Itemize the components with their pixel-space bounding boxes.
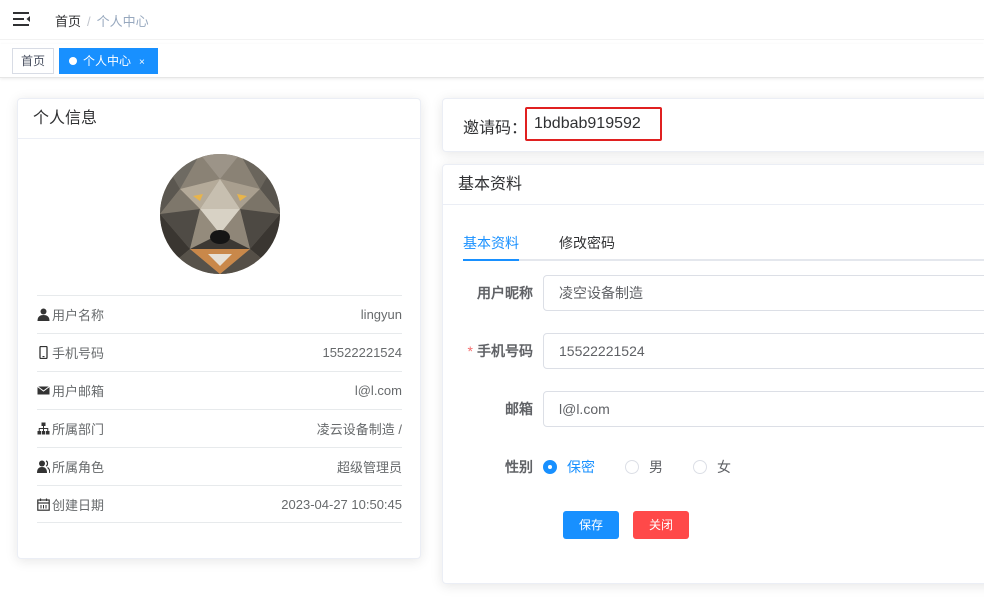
gender-label: 性别	[505, 459, 533, 475]
info-label: 所属角色	[52, 460, 105, 475]
info-value: 2023-04-27 10:50:45	[281, 496, 402, 512]
invite-label: 邀请码：	[463, 120, 528, 137]
email-label: 邮箱	[505, 401, 533, 417]
gender-radio-female[interactable]: 女	[693, 457, 731, 477]
form-row-phone: * 手机号码	[463, 333, 984, 369]
form-row-actions: 保存 关闭	[463, 511, 984, 547]
save-button[interactable]: 保存	[563, 511, 619, 539]
breadcrumb-home[interactable]: 首页	[55, 14, 81, 29]
phone-input[interactable]	[543, 333, 984, 369]
info-value: 超级管理员	[336, 460, 402, 475]
info-label: 用户邮箱	[52, 384, 105, 399]
tree-icon	[37, 422, 50, 435]
hamburger-icon[interactable]	[12, 10, 32, 28]
active-dot-icon	[69, 57, 77, 65]
radio-unchecked-icon	[693, 460, 707, 474]
phone-label-wrap: * 手机号码	[463, 333, 533, 369]
email-input[interactable]	[543, 391, 984, 427]
info-phone: 手机号码 15522221524	[37, 333, 402, 371]
form-row-email: 邮箱	[463, 391, 984, 427]
nickname-input[interactable]	[543, 275, 984, 311]
tag-home[interactable]: 首页	[12, 48, 54, 74]
close-button[interactable]: 关闭	[633, 511, 689, 539]
info-email: 用户邮箱 l@l.com	[37, 371, 402, 409]
mail-icon	[37, 386, 50, 395]
radio-unchecked-icon	[625, 460, 639, 474]
breadcrumb-current: 个人中心	[96, 14, 149, 29]
form-row-gender: 性别 保密 男 女	[463, 449, 984, 485]
profile-card: 个人信息 用户名称 lingyun 手机号码 15522221524 用户邮箱 …	[17, 98, 421, 559]
tag-profile-label: 个人中心	[83, 54, 132, 68]
tags-view: 首页 个人中心 ×	[0, 44, 984, 78]
breadcrumb-separator: /	[87, 14, 91, 29]
radio-checked-icon	[543, 460, 557, 474]
basic-card-title: 基本资料	[443, 165, 984, 205]
radio-label: 保密	[567, 459, 595, 475]
phone-label: 手机号码	[477, 343, 533, 359]
info-label: 手机号码	[52, 346, 105, 361]
tag-profile[interactable]: 个人中心 ×	[59, 48, 158, 74]
required-mark: *	[467, 343, 473, 359]
info-label: 所属部门	[52, 422, 105, 437]
invite-card: 邀请码： 1bdbab919592	[442, 98, 984, 152]
gender-radio-male[interactable]: 男	[625, 457, 663, 477]
tab-basic-info[interactable]: 基本资料	[463, 233, 519, 253]
info-value: 15522221524	[322, 345, 402, 360]
info-label: 创建日期	[52, 497, 105, 513]
gender-radio-secret[interactable]: 保密	[543, 457, 595, 477]
tabs: 基本资料 修改密码	[463, 223, 984, 261]
form-row-nickname: 用户昵称	[463, 275, 984, 311]
info-value: lingyun	[360, 307, 402, 322]
tag-close-icon[interactable]: ×	[139, 51, 145, 75]
radio-label: 男	[649, 459, 663, 475]
navbar: 首页 / 个人中心	[0, 0, 984, 40]
gender-radio-group: 保密 男 女	[543, 449, 761, 485]
peoples-icon	[37, 460, 50, 473]
info-value: l@l.com	[354, 383, 402, 398]
tab-change-password[interactable]: 修改密码	[559, 233, 615, 253]
radio-label: 女	[717, 459, 731, 475]
info-username: 用户名称 lingyun	[37, 295, 402, 333]
invite-code[interactable]: 1bdbab919592	[525, 107, 662, 141]
info-department: 所属部门 凌云设备制造 /	[37, 409, 402, 447]
avatar[interactable]	[160, 154, 280, 274]
info-value: 凌云设备制造 /	[316, 422, 402, 437]
breadcrumb: 首页 / 个人中心	[55, 11, 149, 30]
info-role: 所属角色 超级管理员	[37, 447, 402, 485]
info-label: 用户名称	[52, 308, 105, 323]
date-icon	[37, 498, 50, 511]
user-icon	[37, 308, 50, 321]
profile-card-title: 个人信息	[18, 99, 420, 139]
info-created: 创建日期 2023-04-27 10:50:45	[37, 485, 402, 523]
profile-info-list: 用户名称 lingyun 手机号码 15522221524 用户邮箱 l@l.c…	[37, 295, 402, 523]
tab-active-indicator	[463, 259, 519, 261]
phone-icon	[39, 346, 48, 359]
nickname-label: 用户昵称	[477, 285, 533, 301]
basic-info-card: 基本资料 基本资料 修改密码 用户昵称 *手机号码 邮箱 性别 保密 男 女 保…	[442, 164, 984, 584]
